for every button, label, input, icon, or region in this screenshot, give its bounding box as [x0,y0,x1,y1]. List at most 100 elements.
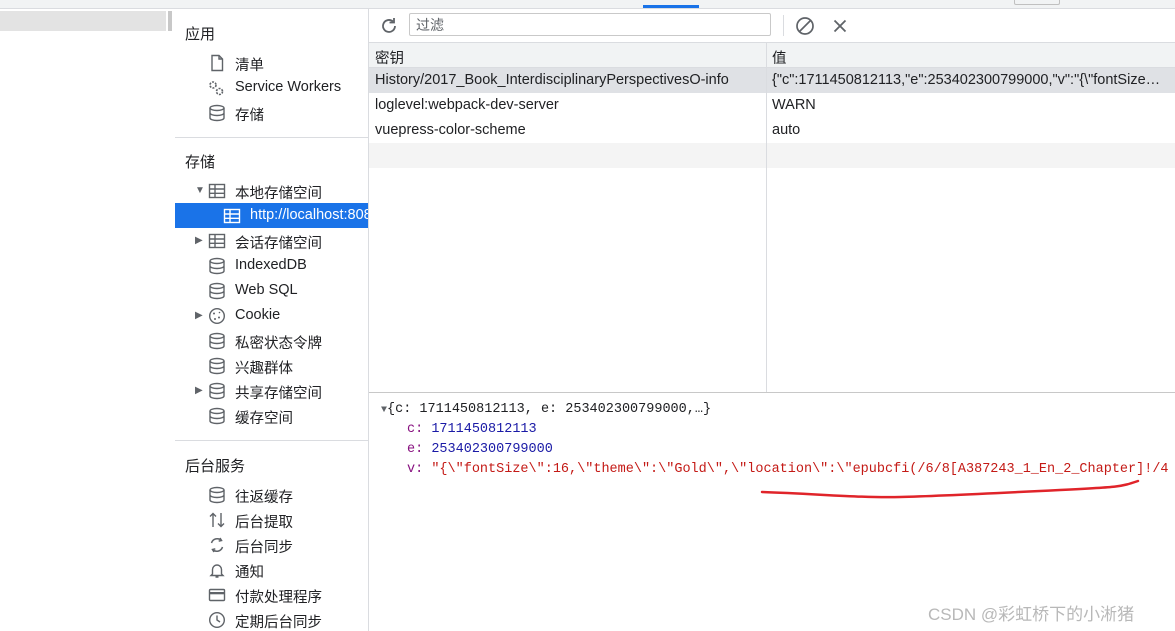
sync-icon [210,537,224,553]
sidebar-item-shared-storage[interactable]: ▶ 共享存储空间 [175,378,368,403]
preview-property-e: e: 253402300799000 [407,442,553,457]
sidebar-item-label: 存储 [235,108,264,124]
sidebar-item-background-fetch[interactable]: 后台提取 [175,507,368,532]
sidebar-item-indexeddb[interactable]: IndexedDB [175,253,368,278]
table-icon [223,208,241,224]
property-key: v: [407,462,424,477]
preview-property-c: c: 1711450812113 [407,422,537,437]
table-cell-key: loglevel:webpack-dev-server [375,97,559,113]
property-key: c: [407,422,424,437]
sidebar-item-notifications[interactable]: 通知 [175,557,368,582]
table-icon [208,233,226,249]
devtools-tab-strip [0,0,1175,9]
preview-summary: {c: 1711450812113, e: 253402300799000,…} [387,402,712,417]
table-cell-key: History/2017_Book_InterdisciplinaryPersp… [375,72,729,88]
sidebar-item-private-state-tokens[interactable]: 私密状态令牌 [175,328,368,353]
column-divider[interactable] [766,43,767,392]
sidebar-item-label: Service Workers [235,79,342,95]
sidebar-item-local-storage[interactable]: ▼ 本地存储空间 [175,178,368,203]
property-key: e: [407,442,424,457]
delete-selected-icon[interactable] [830,16,850,36]
left-panel [0,9,176,631]
sidebar-separator [175,440,368,441]
table-cell-value: WARN [772,97,816,113]
sidebar-item-label: Cookie [235,307,281,323]
sidebar-separator [175,137,368,138]
refresh-icon[interactable] [379,16,399,36]
table-header: 密钥 值 [369,43,1175,68]
sidebar-item-label: 付款处理程序 [235,590,322,606]
database-icon [209,282,225,300]
triangle-right-icon[interactable]: ▶ [195,235,203,246]
sidebar-item-label: 共享存储空间 [235,386,322,402]
database-icon [209,332,225,350]
triangle-down-icon[interactable]: ▼ [195,185,205,196]
sidebar-item-storage[interactable]: 存储 [175,100,368,125]
sidebar-item-service-workers[interactable]: Service Workers [175,75,368,100]
table-row-empty[interactable] [369,143,1175,168]
property-value: "{\"fontSize\":16,\"theme\":\"Gold\",\"l… [431,462,1169,477]
triangle-right-icon[interactable]: ▶ [195,385,203,396]
storage-toolbar [369,9,1175,43]
preview-summary-line[interactable]: ▼{c: 1711450812113, e: 253402300799000,…… [381,402,711,417]
sidebar-item-label: 定期后台同步 [235,615,322,631]
section-title-application: 应用 [185,26,216,43]
storage-table: 密钥 值 History/2017_Book_Interdisciplinary… [369,43,1175,393]
scrollbar[interactable] [168,11,172,31]
table-row[interactable]: vuepress-color-scheme auto [369,118,1175,143]
sidebar-item-label: 缓存空间 [235,411,293,427]
triangle-right-icon[interactable]: ▶ [195,310,203,321]
database-icon [209,357,225,375]
up-down-arrows-icon [209,512,225,528]
tab-dropdown[interactable] [1014,0,1060,5]
table-cell-key: vuepress-color-scheme [375,122,526,138]
table-row[interactable]: History/2017_Book_InterdisciplinaryPersp… [369,68,1175,93]
storage-panel: 密钥 值 History/2017_Book_Interdisciplinary… [369,9,1175,631]
clear-all-icon[interactable] [795,16,815,36]
sidebar-item-label: 清单 [235,58,264,74]
sidebar-item-session-storage[interactable]: ▶ 会话存储空间 [175,228,368,253]
bell-icon [209,564,225,578]
sidebar-item-label: 往返缓存 [235,490,293,506]
active-tab-indicator [643,5,699,8]
watermark: CSDN @彩虹桥下的小淅猪 [928,605,1135,624]
sidebar-item-periodic-background-sync[interactable]: 定期后台同步 [175,607,368,631]
sidebar-item-label: 兴趣群体 [235,361,293,377]
cookie-icon [208,307,226,325]
sidebar-item-label: http://localhost:8080 [250,207,369,223]
sidebar-item-label: 通知 [235,565,264,581]
table-icon [208,183,226,199]
sidebar-item-manifest[interactable]: 清单 [175,50,368,75]
table-row[interactable]: loglevel:webpack-dev-server WARN [369,93,1175,118]
sidebar-item-cache-storage[interactable]: 缓存空间 [175,403,368,428]
clock-icon [208,611,226,629]
sidebar-item-interest-groups[interactable]: 兴趣群体 [175,353,368,378]
database-icon [209,382,225,400]
property-value: 1711450812113 [431,422,537,437]
card-icon [208,588,226,602]
database-icon [209,104,225,122]
sidebar-item-web-sql[interactable]: Web SQL [175,278,368,303]
sidebar-item-label: IndexedDB [235,257,307,273]
database-icon [209,486,225,504]
sidebar-item-payment-handler[interactable]: 付款处理程序 [175,582,368,607]
document-icon [211,54,224,72]
table-cell-value: auto [772,122,801,138]
gears-icon [209,81,224,96]
sidebar-item-label: 本地存储空间 [235,186,322,202]
table-cell-value: {"c":1711450812113,"e":253402300799000,"… [772,72,1161,88]
value-preview: ▼{c: 1711450812113, e: 253402300799000,…… [369,393,1175,631]
selected-row[interactable] [0,11,166,31]
column-header-key[interactable]: 密钥 [375,47,404,68]
sidebar-item-label: 后台提取 [235,515,293,531]
filter-input[interactable] [409,13,771,36]
sidebar-item-back-forward-cache[interactable]: 往返缓存 [175,482,368,507]
sidebar-item-background-sync[interactable]: 后台同步 [175,532,368,557]
database-icon [209,407,225,425]
sidebar-item-localhost[interactable]: http://localhost:8080 [175,203,368,228]
section-title-background-services: 后台服务 [185,458,246,475]
application-sidebar: 应用 清单 Service Workers 存储 存储 ▼ 本地存储空间 htt… [175,9,369,631]
column-header-value[interactable]: 值 [772,47,787,68]
sidebar-item-label: 后台同步 [235,540,293,556]
sidebar-item-cookie[interactable]: ▶ Cookie [175,303,368,328]
